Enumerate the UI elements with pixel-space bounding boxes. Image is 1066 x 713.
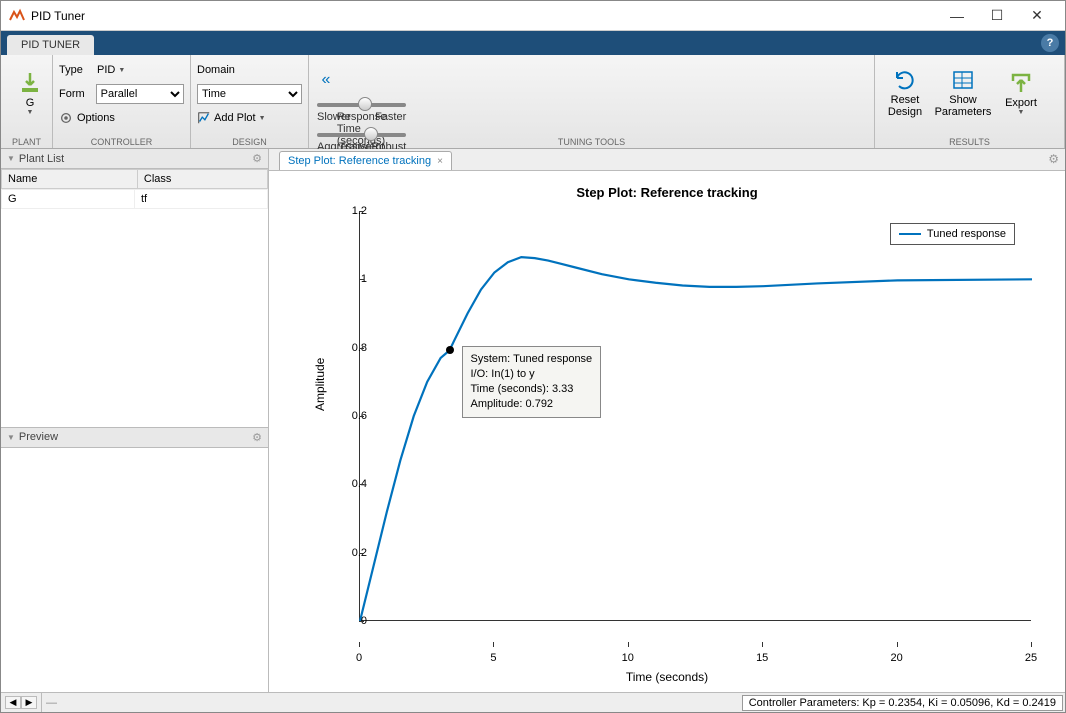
undo-icon — [893, 68, 917, 92]
section-controller: Type PID Form Parallel Options CONTROLLE… — [53, 55, 191, 148]
col-name[interactable]: Name — [2, 170, 138, 189]
prev-arrow[interactable]: « — [317, 59, 335, 89]
section-label-controller: CONTROLLER — [53, 137, 190, 147]
x-tick: 5 — [490, 652, 496, 664]
plant-list-header[interactable]: ▼ Plant List ⚙ — [1, 149, 268, 169]
domain-select[interactable]: Time — [197, 84, 302, 104]
form-select[interactable]: Parallel — [96, 84, 184, 104]
plot-icon — [197, 111, 211, 125]
plant-table: NameClass — [1, 169, 268, 189]
table-icon — [951, 68, 975, 92]
response-time-slider[interactable]: Slower Response Time (seconds) Faster — [317, 97, 406, 123]
gear-icon — [59, 111, 73, 125]
ribbon-tabstrip: PID TUNER ? — [1, 31, 1065, 55]
controller-parameters: Controller Parameters: Kp = 0.2354, Ki =… — [742, 695, 1063, 711]
x-axis-label: Time (seconds) — [269, 670, 1065, 684]
domain-label: Domain — [197, 64, 235, 76]
import-plant-icon — [18, 71, 42, 95]
collapse-icon: ▼ — [7, 154, 15, 163]
axes: Tuned response System: Tuned response I/… — [359, 211, 1031, 621]
data-tip: System: Tuned response I/O: In(1) to y T… — [462, 346, 602, 417]
data-point-marker — [446, 346, 454, 354]
minimize-button[interactable]: — — [937, 2, 977, 30]
export-icon — [1009, 71, 1033, 95]
title-bar: PID Tuner — ☐ ✕ — [1, 1, 1065, 31]
preview-header[interactable]: ▼ Preview ⚙ — [1, 428, 268, 448]
preview-panel: ▼ Preview ⚙ — [1, 428, 268, 692]
table-row[interactable]: Gtf — [2, 190, 268, 209]
chart-title: Step Plot: Reference tracking — [269, 185, 1065, 200]
scroll-buttons[interactable]: ◀▶ — [5, 696, 37, 709]
window-title: PID Tuner — [31, 9, 937, 23]
section-label-tuning: TUNING TOOLS — [309, 137, 874, 147]
x-tick: 20 — [890, 652, 902, 664]
x-tick: 25 — [1025, 652, 1037, 664]
x-tick: 15 — [756, 652, 768, 664]
form-label: Form — [59, 88, 92, 100]
section-design: Domain Time Add Plot DESIGN — [191, 55, 309, 148]
add-plot-button[interactable]: Add Plot — [197, 107, 302, 129]
plot-tabstrip: Step Plot: Reference tracking × ⚙ — [269, 149, 1065, 171]
plot-canvas[interactable]: Step Plot: Reference tracking Tuned resp… — [269, 171, 1065, 692]
app-logo-icon — [9, 8, 25, 24]
main-area: ▼ Plant List ⚙ NameClass Gtf ▼ Preview ⚙… — [1, 149, 1065, 692]
plant-button[interactable]: G ▼ — [7, 59, 53, 127]
section-label-design: DESIGN — [191, 137, 308, 147]
close-tab-icon[interactable]: × — [437, 156, 443, 167]
gear-icon[interactable]: ⚙ — [252, 431, 262, 444]
section-label-results: RESULTS — [875, 137, 1064, 147]
plot-tab-step[interactable]: Step Plot: Reference tracking × — [279, 151, 452, 170]
section-label-plant: PLANT — [1, 137, 52, 147]
gear-icon[interactable]: ⚙ — [1048, 152, 1059, 166]
plant-table-body: Gtf — [1, 189, 268, 209]
legend[interactable]: Tuned response — [890, 223, 1015, 245]
type-dropdown[interactable]: PID — [97, 64, 125, 76]
legend-swatch — [899, 233, 921, 235]
toolstrip: G ▼ PLANT Type PID Form Parallel Options… — [1, 55, 1065, 149]
plant-button-label: G — [26, 97, 35, 109]
y-axis-label: Amplitude — [313, 358, 327, 411]
preview-body — [1, 448, 268, 692]
section-plant: G ▼ PLANT — [1, 55, 53, 148]
plant-list-panel: ▼ Plant List ⚙ NameClass Gtf — [1, 149, 268, 428]
collapse-icon: ▼ — [7, 433, 15, 442]
sidebar: ▼ Plant List ⚙ NameClass Gtf ▼ Preview ⚙ — [1, 149, 269, 692]
section-results: Reset Design Show Parameters Export ▼ RE… — [875, 55, 1065, 148]
tab-pid-tuner[interactable]: PID TUNER — [7, 35, 94, 55]
x-tick: 10 — [622, 652, 634, 664]
show-parameters-button[interactable]: Show Parameters — [931, 59, 995, 127]
x-tick: 0 — [356, 652, 362, 664]
options-button[interactable]: Options — [59, 107, 184, 129]
gear-icon[interactable]: ⚙ — [252, 152, 262, 165]
maximize-button[interactable]: ☐ — [977, 2, 1017, 30]
status-bar: ◀▶ — Controller Parameters: Kp = 0.2354,… — [1, 692, 1065, 712]
type-label: Type — [59, 64, 93, 76]
section-tuning: « Slower Response Time (seconds) Faster … — [309, 55, 875, 148]
plot-area: Step Plot: Reference tracking × ⚙ Step P… — [269, 149, 1065, 692]
export-button[interactable]: Export ▼ — [997, 59, 1045, 127]
reset-design-button[interactable]: Reset Design — [881, 59, 929, 127]
col-class[interactable]: Class — [137, 170, 267, 189]
help-button[interactable]: ? — [1041, 34, 1059, 52]
close-button[interactable]: ✕ — [1017, 2, 1057, 30]
